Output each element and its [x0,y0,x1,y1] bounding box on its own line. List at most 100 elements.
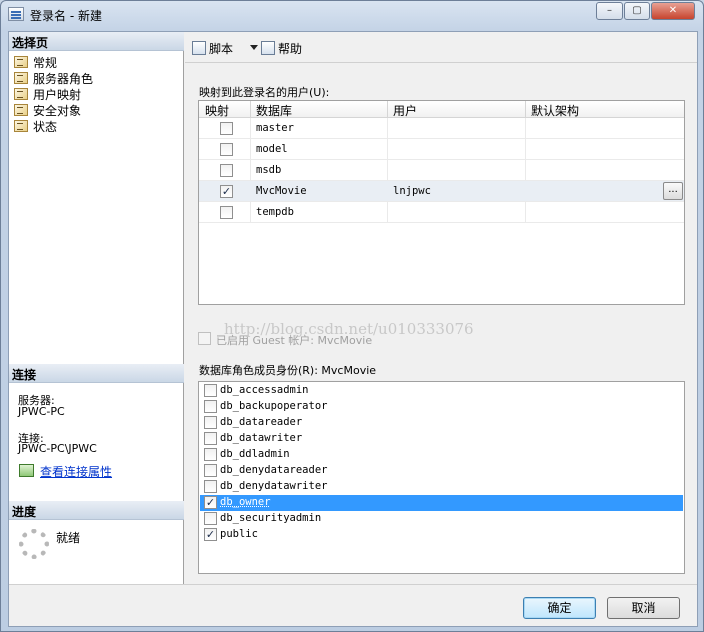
server-value: JPWC-PC [18,405,65,418]
column-header-user[interactable]: 用户 [393,102,417,119]
page-icon [14,88,28,100]
map-checkbox[interactable] [220,143,233,156]
table-row[interactable]: msdb [199,160,684,181]
browse-schema-button[interactable]: ... [663,182,683,200]
page-item-label: 用户映射 [33,88,82,102]
role-name: db_denydatawriter [220,480,328,492]
column-header-database[interactable]: 数据库 [256,102,292,119]
user-mapping-grid[interactable]: 映射 数据库 用户 默认架构 master model msdb ✓ MvcMo… [198,100,685,305]
login-new-dialog: 登录名 - 新建 – ▢ ✕ 选择页 常规 服务器角色 用户映射 安全对象 状态… [0,0,704,632]
table-row[interactable]: master [199,118,684,139]
cancel-button[interactable]: 取消 [607,597,680,619]
list-item[interactable]: db_backupoperator [200,399,683,415]
connection-header: 连接 [9,364,184,383]
map-checkbox[interactable] [220,164,233,177]
help-icon [261,41,275,55]
table-row-selected[interactable]: ✓ MvcMovie lnjpwc ... [199,181,684,202]
role-checkbox[interactable] [204,512,217,525]
role-name: db_denydatareader [220,464,328,476]
role-checkbox[interactable] [204,480,217,493]
minimize-button[interactable]: – [596,2,623,20]
script-label: 脚本 [209,42,234,56]
column-header-default-schema[interactable]: 默认架构 [531,102,579,119]
page-item-label: 状态 [33,120,58,134]
list-item[interactable]: db_datareader [200,415,683,431]
window-app-icon [8,7,24,21]
guest-enabled-checkbox[interactable] [198,332,211,345]
help-button[interactable]: 帮助 [261,40,302,58]
table-row[interactable]: tempdb [199,202,684,223]
role-membership-label: 数据库角色成员身份(R): MvcMovie [199,364,377,377]
database-cell: msdb [256,164,282,176]
script-icon [192,41,206,55]
database-cell: MvcMovie [256,185,307,197]
column-divider [250,101,251,118]
list-item[interactable]: db_accessadmin [200,383,683,399]
role-checkbox[interactable] [204,416,217,429]
role-checkbox[interactable] [204,464,217,477]
list-item[interactable]: db_ddladmin [200,447,683,463]
page-icon [14,56,28,68]
role-name: public [220,528,258,540]
progress-status: 就绪 [56,531,81,545]
role-name: db_datareader [220,416,303,428]
dialog-client-area: 选择页 常规 服务器角色 用户映射 安全对象 状态 连接 服务器: JPWC-P… [8,31,698,627]
progress-header: 进度 [9,501,184,520]
column-divider [525,101,526,118]
mapping-label: 映射到此登录名的用户(U): [199,86,330,99]
connection-properties-icon [19,464,34,477]
role-checkbox[interactable] [204,432,217,445]
title-bar[interactable]: 登录名 - 新建 – ▢ ✕ [1,1,703,29]
role-name: db_backupoperator [220,400,328,412]
table-row[interactable]: model [199,139,684,160]
dialog-button-bar: 确定 取消 [9,584,697,626]
column-header-map[interactable]: 映射 [205,102,229,119]
script-button[interactable]: 脚本 [192,40,233,58]
role-name: db_datawriter [220,432,303,444]
list-item[interactable]: db_denydatareader [200,463,683,479]
map-checkbox[interactable] [220,206,233,219]
page-icon [14,120,28,132]
page-item-label: 服务器角色 [33,72,94,86]
toolbar-divider [185,62,697,63]
progress-spinner-icon [19,529,49,559]
role-checkbox[interactable] [204,448,217,461]
role-name: db_securityadmin [220,512,322,524]
role-checkbox-checked[interactable]: ✓ [204,496,217,509]
connection-value: JPWC-PC\JPWC [18,442,97,455]
script-dropdown-icon[interactable] [250,45,258,50]
role-checkbox-checked[interactable]: ✓ [204,528,217,541]
help-label: 帮助 [278,42,303,56]
maximize-button[interactable]: ▢ [624,2,650,20]
page-icon [14,72,28,84]
list-item[interactable]: ✓ public [200,527,683,543]
page-item-label: 常规 [33,56,58,70]
close-button[interactable]: ✕ [651,2,695,20]
role-name: db_owner [220,496,271,508]
page-icon [14,104,28,116]
ok-button[interactable]: 确定 [523,597,596,619]
database-cell: tempdb [256,206,294,218]
role-membership-list[interactable]: db_accessadmin db_backupoperator db_data… [198,381,685,574]
window-title: 登录名 - 新建 [30,9,102,23]
grid-header: 映射 数据库 用户 默认架构 [199,101,684,118]
list-item[interactable]: db_datawriter [200,431,683,447]
list-item[interactable]: db_securityadmin [200,511,683,527]
role-checkbox[interactable] [204,400,217,413]
left-pane: 选择页 常规 服务器角色 用户映射 安全对象 状态 连接 服务器: JPWC-P… [9,32,184,584]
column-divider [387,101,388,118]
map-checkbox[interactable] [220,122,233,135]
role-checkbox[interactable] [204,384,217,397]
list-item-selected[interactable]: ✓ db_owner [200,495,683,511]
view-connection-properties-link[interactable]: 查看连接属性 [40,463,112,480]
page-item-label: 安全对象 [33,104,82,118]
database-cell: model [256,143,288,155]
list-item[interactable]: db_denydatawriter [200,479,683,495]
database-cell: master [256,122,294,134]
watermark-text: http://blog.csdn.net/u010333076 [224,320,474,338]
user-cell[interactable]: lnjpwc [393,185,431,197]
role-name: db_ddladmin [220,448,290,460]
select-page-header: 选择页 [9,32,184,51]
role-name: db_accessadmin [220,384,309,396]
map-checkbox-checked[interactable]: ✓ [220,185,233,198]
